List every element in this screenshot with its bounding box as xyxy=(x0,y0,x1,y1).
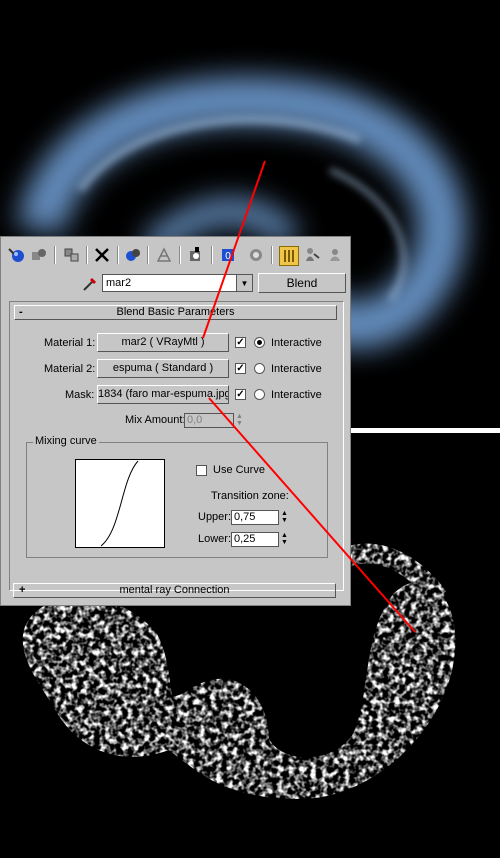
mask-interactive-radio[interactable] xyxy=(254,389,265,400)
get-material-icon[interactable] xyxy=(7,246,25,264)
chevron-down-icon[interactable]: ▼ xyxy=(236,275,252,291)
transition-zone-label: Transition zone: xyxy=(211,490,289,502)
material-2-interactive-label: Interactive xyxy=(271,363,322,375)
rollout-title: Blend Basic Parameters xyxy=(116,306,235,318)
material-name-bar: mar2 ▼ Blend xyxy=(1,273,350,295)
upper-label: Upper: xyxy=(198,511,232,523)
mask-map-button[interactable]: 1834 (faro mar-espuma.jpg) xyxy=(97,385,229,404)
expand-toggle[interactable]: + xyxy=(19,584,25,597)
material-id-icon[interactable] xyxy=(187,246,205,264)
material-2-interactive-radio[interactable] xyxy=(254,363,265,374)
make-unique-icon[interactable] xyxy=(124,246,142,264)
mental-ray-connection-rollout[interactable]: + mental ray Connection xyxy=(13,583,336,598)
rollout-header[interactable]: - Blend Basic Parameters xyxy=(14,305,337,320)
material-editor-panel: 0 mar2 ▼ Blend - Blend Basic Parameters xyxy=(0,236,351,606)
use-curve-label: Use Curve xyxy=(213,464,265,476)
collapse-toggle[interactable]: - xyxy=(19,306,23,319)
image-divider xyxy=(350,428,500,433)
material-2-button[interactable]: espuma ( Standard ) xyxy=(97,359,229,378)
material-editor-toolbar: 0 xyxy=(1,243,350,269)
mask-enable-checkbox[interactable]: ✓ xyxy=(235,389,246,400)
reset-icon[interactable] xyxy=(93,246,111,264)
show-map-icon[interactable]: 0 xyxy=(219,246,237,264)
put-to-library-icon[interactable] xyxy=(155,246,173,264)
go-forward-icon[interactable] xyxy=(303,246,321,264)
upper-field[interactable]: 0,75 xyxy=(231,510,279,525)
upper-spinner[interactable]: ▲ ▼ xyxy=(280,510,289,525)
material-1-interactive-label: Interactive xyxy=(271,337,322,349)
pick-material-from-object-icon[interactable] xyxy=(327,246,345,264)
eyedropper-icon[interactable] xyxy=(81,275,99,293)
material-1-button[interactable]: mar2 ( VRayMtl ) xyxy=(97,333,229,352)
material-1-interactive-radio[interactable] xyxy=(254,337,265,348)
mask-label: Mask: xyxy=(65,389,95,401)
mix-amount-spinner[interactable]: ▲ ▼ xyxy=(235,413,244,428)
show-end-result-icon[interactable] xyxy=(247,246,265,264)
lower-label: Lower: xyxy=(198,533,232,545)
material-name-value: mar2 xyxy=(106,277,132,289)
mixing-curve-graph xyxy=(75,459,165,548)
assign-to-selection-icon[interactable] xyxy=(63,246,81,264)
mixing-curve-title: Mixing curve xyxy=(33,435,99,447)
material-name-dropdown[interactable]: mar2 ▼ xyxy=(102,274,253,292)
material-1-label: Material 1: xyxy=(44,337,96,349)
mix-amount-field[interactable]: 0,0 xyxy=(184,413,234,428)
use-curve-checkbox[interactable] xyxy=(196,465,207,476)
material-2-label: Material 2: xyxy=(44,363,96,375)
mask-interactive-label: Interactive xyxy=(271,389,322,401)
material-2-enable-checkbox[interactable]: ✓ xyxy=(235,363,246,374)
lower-field[interactable]: 0,25 xyxy=(231,532,279,547)
rollout-title-mental-ray: mental ray Connection xyxy=(119,584,230,596)
material-1-enable-checkbox[interactable]: ✓ xyxy=(235,337,246,348)
mix-amount-label: Mix Amount: xyxy=(125,414,186,426)
go-to-parent-icon[interactable] xyxy=(279,246,299,266)
lower-spinner[interactable]: ▲ ▼ xyxy=(280,532,289,547)
mixing-curve-group: Mixing curve Use Curve Transition zone: … xyxy=(26,435,328,558)
material-type-button[interactable]: Blend xyxy=(258,273,346,293)
svg-text:0: 0 xyxy=(225,251,231,262)
put-to-scene-icon[interactable] xyxy=(30,246,48,264)
